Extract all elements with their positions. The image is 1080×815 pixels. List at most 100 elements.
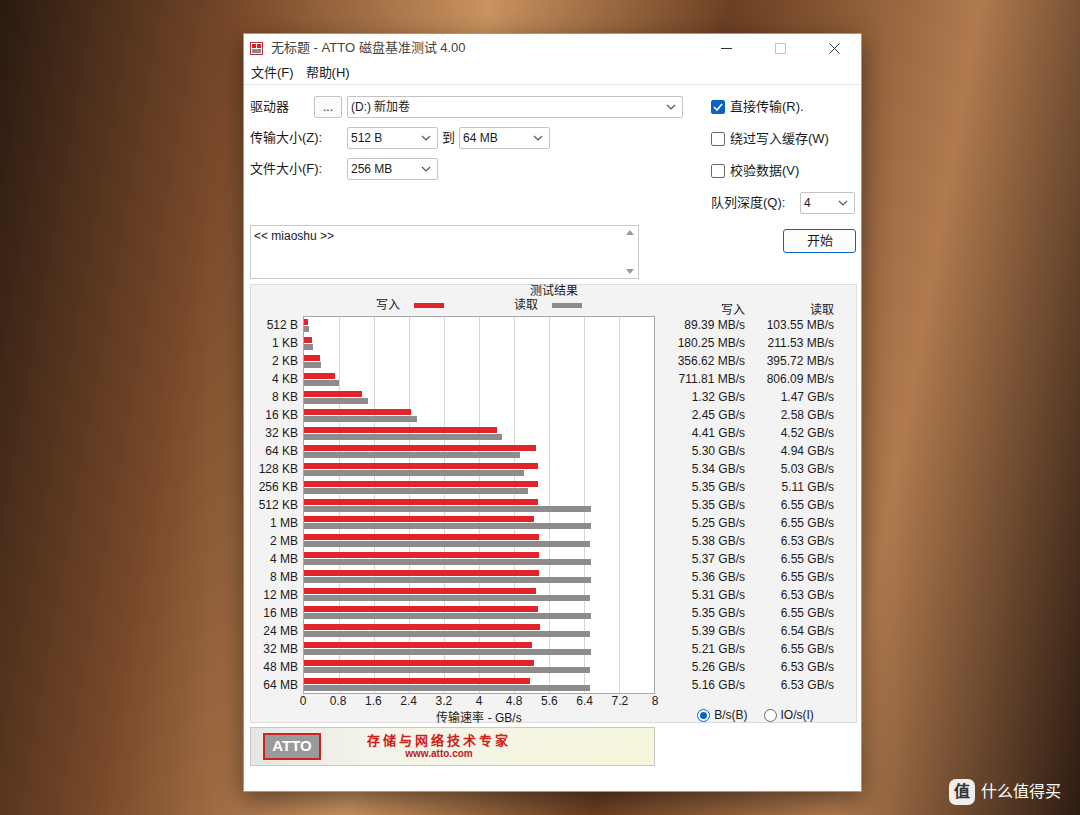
bar-row xyxy=(304,478,654,496)
table-cell: 1.47 GB/s xyxy=(745,391,835,403)
menu-item[interactable]: 文件(F) xyxy=(245,63,300,83)
checkbox-box[interactable] xyxy=(711,132,725,146)
row-label: 32 MB xyxy=(251,640,303,658)
transfer-size-row: 传输大小(Z):512 B到64 MB xyxy=(250,127,691,149)
browse-button[interactable]: ... xyxy=(314,96,342,118)
table-row: 5.37 GB/s6.55 GB/s xyxy=(655,550,856,568)
unit-radio[interactable]: IO/s(I) xyxy=(764,706,814,724)
table-cell: 356.62 MB/s xyxy=(655,355,745,367)
drive-select[interactable]: (D:) 新加卷 xyxy=(347,96,683,118)
radio-label: B/s(B) xyxy=(714,706,747,724)
bar xyxy=(304,355,320,361)
option-checkbox[interactable]: 直接传输(R). xyxy=(711,96,857,118)
table-cell: 103.55 MB/s xyxy=(745,319,835,331)
bar-row xyxy=(304,353,654,371)
bar xyxy=(304,642,532,648)
x-tick: 6.4 xyxy=(576,695,593,708)
close-button[interactable] xyxy=(811,34,857,62)
radio-circle[interactable] xyxy=(764,709,777,722)
results-table: 写入读取89.39 MB/s103.55 MB/s180.25 MB/s211.… xyxy=(655,297,856,725)
bar-row xyxy=(304,568,654,586)
row-label: 64 MB xyxy=(251,676,303,694)
minimize-icon xyxy=(721,43,732,54)
bar-row xyxy=(304,317,654,335)
maximize-button xyxy=(757,34,803,62)
drive-row: 驱动器...(D:) 新加卷 xyxy=(250,96,691,118)
check-icon xyxy=(713,103,723,111)
table-cell: 2.45 GB/s xyxy=(655,409,745,421)
bar xyxy=(304,606,538,612)
transfer-to-select[interactable]: 64 MB xyxy=(459,127,550,149)
drive-label: 驱动器 xyxy=(250,97,314,117)
x-axis-title: 传输速率 - GB/s xyxy=(303,711,655,725)
file-size-label: 文件大小(F): xyxy=(250,159,347,179)
bar xyxy=(304,577,591,583)
app-window: 无标题 - ATTO 磁盘基准测试 4.00文件(F)帮助(H)驱动器...(D… xyxy=(243,33,862,792)
bar xyxy=(304,631,590,637)
queue-depth-select[interactable]: 4 xyxy=(800,192,855,214)
table-cell: 5.26 GB/s xyxy=(655,661,745,673)
bar-row xyxy=(304,335,654,353)
grid-line xyxy=(619,317,620,693)
bar xyxy=(304,470,524,476)
bar xyxy=(304,624,540,630)
scroll-up-icon xyxy=(626,230,634,235)
x-tick: 4 xyxy=(476,695,483,708)
x-tick: 3.2 xyxy=(435,695,452,708)
row-label: 32 KB xyxy=(251,424,303,442)
table-row: 5.31 GB/s6.53 GB/s xyxy=(655,586,856,604)
table-row: 5.39 GB/s6.54 GB/s xyxy=(655,622,856,640)
file-size-select[interactable]: 256 MB xyxy=(347,158,438,180)
unit-radio[interactable]: B/s(B) xyxy=(697,706,747,724)
bar xyxy=(304,613,591,619)
transfer-to-select-value: 64 MB xyxy=(463,129,498,147)
table-row: 5.26 GB/s6.53 GB/s xyxy=(655,658,856,676)
menu-bar: 文件(F)帮助(H) xyxy=(244,62,861,85)
app-icon xyxy=(250,42,263,55)
table-cell: 395.72 MB/s xyxy=(745,355,835,367)
row-label: 1 MB xyxy=(251,514,303,532)
option-checkbox[interactable]: 校验数据(V) xyxy=(711,160,857,182)
menu-item[interactable]: 帮助(H) xyxy=(300,63,356,83)
table-cell: 5.30 GB/s xyxy=(655,445,745,457)
to-label: 到 xyxy=(438,128,459,148)
table-cell: 6.53 GB/s xyxy=(745,589,835,601)
checkbox-box[interactable] xyxy=(711,100,725,114)
checkbox-box[interactable] xyxy=(711,164,725,178)
chevron-down-icon xyxy=(421,166,431,172)
legend-item: 读取 xyxy=(514,296,582,314)
table-cell: 6.55 GB/s xyxy=(745,517,835,529)
bar xyxy=(304,588,536,594)
table-cell: 5.36 GB/s xyxy=(655,571,745,583)
column-header: 写入 xyxy=(655,304,745,316)
option-checkbox[interactable]: 绕过写入缓存(W) xyxy=(711,128,857,150)
bar xyxy=(304,660,534,666)
table-cell: 6.53 GB/s xyxy=(745,679,835,691)
bar xyxy=(304,416,417,422)
row-label: 64 KB xyxy=(251,442,303,460)
bar-row xyxy=(304,442,654,460)
table-row: 5.25 GB/s6.55 GB/s xyxy=(655,514,856,532)
minimize-button[interactable] xyxy=(703,34,749,62)
table-cell: 5.25 GB/s xyxy=(655,517,745,529)
table-cell: 4.41 GB/s xyxy=(655,427,745,439)
bar xyxy=(304,516,534,522)
bar xyxy=(304,678,530,684)
table-cell: 180.25 MB/s xyxy=(655,337,745,349)
table-cell: 806.09 MB/s xyxy=(745,373,835,385)
table-cell: 6.53 GB/s xyxy=(745,535,835,547)
atto-banner[interactable]: ATTO存储与网络技术专家www.atto.com xyxy=(250,727,655,766)
chevron-down-icon xyxy=(421,135,431,141)
transfer-from-select[interactable]: 512 B xyxy=(347,127,438,149)
table-cell: 2.58 GB/s xyxy=(745,409,835,421)
option-label: 直接传输(R). xyxy=(730,97,804,117)
radio-circle[interactable] xyxy=(697,709,710,722)
bar xyxy=(304,391,362,397)
bar xyxy=(304,488,528,494)
legend-swatch xyxy=(414,303,444,308)
description-field[interactable]: << miaoshu >> xyxy=(250,225,639,279)
start-button[interactable]: 开始 xyxy=(783,229,856,253)
row-labels: 512 B1 KB2 KB4 KB8 KB16 KB32 KB64 KB128 … xyxy=(251,316,303,694)
table-cell: 6.54 GB/s xyxy=(745,625,835,637)
row-label: 8 MB xyxy=(251,568,303,586)
